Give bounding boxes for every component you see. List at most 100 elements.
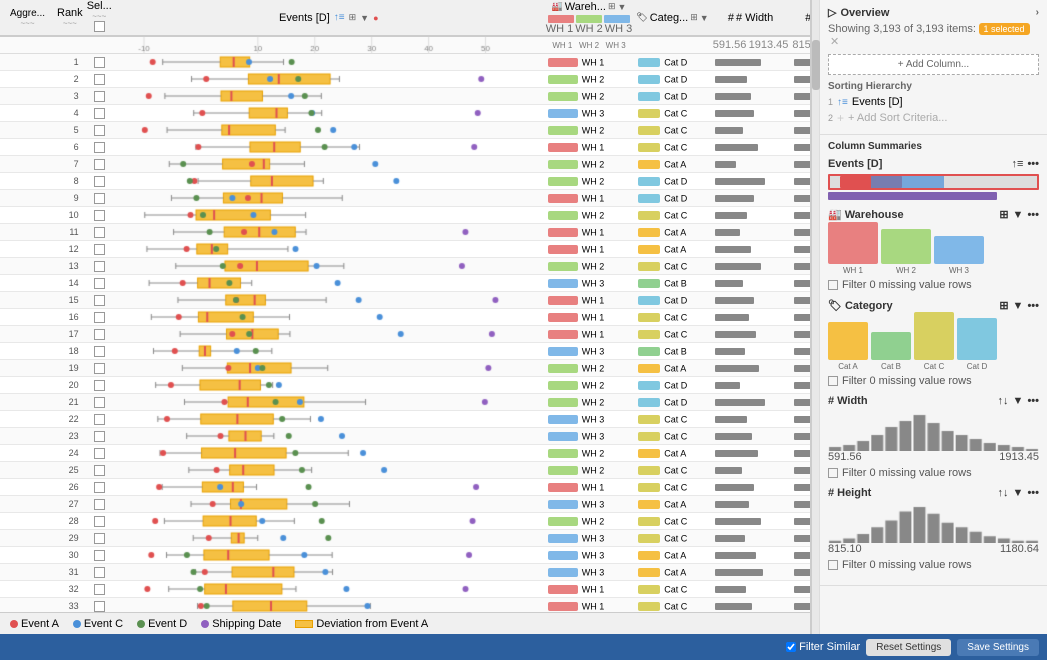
legend-deviation-label: Deviation from Event A [316,618,428,630]
select-cell[interactable] [85,54,114,71]
expand-icon[interactable]: › [1036,7,1039,18]
width-sum-sort-icon[interactable]: ↑↓ [998,395,1009,407]
events-sum-sort-icon[interactable]: ↑≡ [1012,158,1024,170]
height-bar-cell [790,173,810,190]
warehouse-cell: WH 1 [544,309,635,326]
select-cell[interactable] [85,156,114,173]
select-cell[interactable] [85,275,114,292]
height-sum-sort-icon[interactable]: ↑↓ [998,487,1009,499]
reset-settings-button[interactable]: Reset Settings [866,639,951,656]
wh-sum-filter-icon[interactable]: ▼ [1013,209,1024,221]
wh3-label: WH 3 [949,266,969,275]
select-cell[interactable] [85,564,114,581]
select-cell[interactable] [85,360,114,377]
select-cell[interactable] [85,343,114,360]
select-cell[interactable] [85,241,114,258]
select-cell[interactable] [85,479,114,496]
select-cell[interactable] [85,411,114,428]
select-cell[interactable] [85,326,114,343]
width-summary: # Width ↑↓ ▼ ••• 591.56 1913.45 F [828,395,1039,479]
width-bar-cell [711,581,791,598]
width-sum-filter-icon[interactable]: ▼ [1013,395,1024,407]
select-cell[interactable] [85,598,114,613]
aggre-cell [0,377,55,394]
warehouse-cell: WH 3 [544,343,635,360]
aggre-cell [0,496,55,513]
cat-grid-icon[interactable]: ⊞ [690,12,698,23]
select-cell[interactable] [85,445,114,462]
select-cell[interactable] [85,428,114,445]
width-bar-cell [711,428,791,445]
rank-cell: 23 [55,428,85,445]
height-sum-more-icon[interactable]: ••• [1027,487,1039,499]
select-cell[interactable] [85,190,114,207]
warehouse-grid-icon[interactable]: ⊞ [608,1,616,12]
cat-sum-filter-icon[interactable]: ▼ [1013,300,1024,312]
clear-selection[interactable]: ✕ [830,36,839,48]
select-cell[interactable] [85,513,114,530]
width-bar-cell [711,564,791,581]
select-cell[interactable] [85,496,114,513]
select-cell[interactable] [85,173,114,190]
select-all-checkbox[interactable] [94,21,105,32]
select-cell[interactable] [85,88,114,105]
vertical-scrollbar[interactable] [811,0,819,634]
select-cell[interactable] [85,547,114,564]
select-cell[interactable] [85,530,114,547]
width-bar-cell [711,139,791,156]
aggre-cell [0,360,55,377]
select-cell[interactable] [85,105,114,122]
wh-filter-checkbox[interactable] [828,280,838,290]
width-filter-checkbox[interactable] [828,468,838,478]
height-bar-cell [790,428,810,445]
category-cell: Cat D [634,292,710,309]
select-cell[interactable] [85,139,114,156]
events-sum-more-icon[interactable]: ••• [1027,158,1039,170]
select-cell[interactable] [85,309,114,326]
select-cell[interactable] [85,377,114,394]
events-grid-icon[interactable]: ⊞ [349,12,357,23]
wh-sum-more-icon[interactable]: ••• [1027,209,1039,221]
width-filter-row: Filter 0 missing value rows [828,467,1039,479]
filter-similar-checkbox[interactable] [786,642,796,652]
select-cell[interactable] [85,462,114,479]
cat-sum-grid-icon[interactable]: ⊞ [999,299,1008,312]
save-settings-button[interactable]: Save Settings [957,639,1039,656]
events-sort-icon[interactable]: ↑≡ [334,12,345,23]
select-cell[interactable] [85,122,114,139]
width-sum-more-icon[interactable]: ••• [1027,395,1039,407]
category-cell: Cat C [634,309,710,326]
warehouse-filter-icon[interactable]: ▼ [618,2,627,12]
events-filter-icon[interactable]: ▼ [360,13,369,23]
aggre-cell [0,326,55,343]
cat-filter-icon[interactable]: ▼ [700,13,709,23]
height-filter-checkbox[interactable] [828,560,838,570]
select-cell[interactable] [85,71,114,88]
rank-cell: 3 [55,88,85,105]
category-cell: Cat C [634,462,710,479]
col-summaries-section: Column Summaries Events [D] ↑≡ ••• [820,135,1047,586]
table-row: 12WH 1Cat A [0,241,810,258]
select-cell[interactable] [85,394,114,411]
events-cell [114,190,544,207]
height-bar-cell [790,326,810,343]
select-cell[interactable] [85,581,114,598]
events-cell [114,462,544,479]
wh-sum-grid-icon[interactable]: ⊞ [999,208,1008,221]
rank-cell: 25 [55,462,85,479]
select-cell[interactable] [85,207,114,224]
cat-sum-more-icon[interactable]: ••• [1027,300,1039,312]
select-cell[interactable] [85,224,114,241]
filter-similar-check[interactable]: Filter Similar [786,641,860,653]
height-sum-filter-icon[interactable]: ▼ [1013,487,1024,499]
select-cell[interactable] [85,292,114,309]
height-bar-cell [790,377,810,394]
cat-filter-checkbox[interactable] [828,376,838,386]
col-header-aggre: Aggre... ~~~ [0,0,55,36]
warehouse-cell: WH 1 [544,581,635,598]
add-column-button[interactable]: + Add Column... [828,54,1039,75]
select-cell[interactable] [85,258,114,275]
sort-item-2[interactable]: 2 + + Add Sort Criteria... [828,111,1039,125]
height-histogram [828,503,1039,543]
scrollbar-thumb[interactable] [812,40,820,90]
